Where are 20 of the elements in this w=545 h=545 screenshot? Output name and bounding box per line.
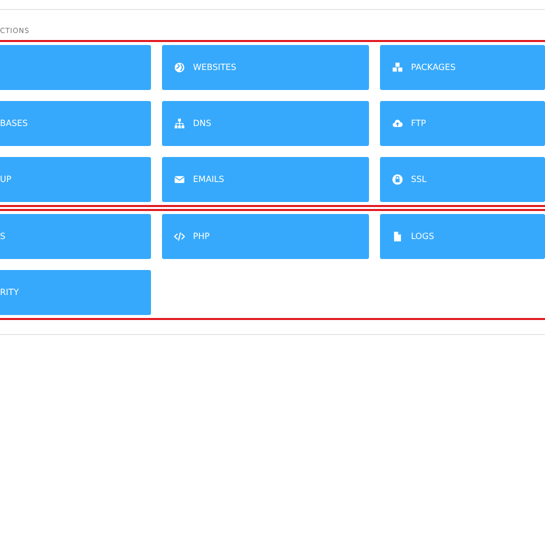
- function-button[interactable]: PACKAGES: [380, 45, 545, 90]
- envelope-icon: [174, 174, 185, 185]
- function-button[interactable]: WEBSITES: [162, 45, 369, 90]
- function-button[interactable]: SSL: [380, 157, 545, 202]
- cloud-upload-icon: [392, 118, 403, 129]
- function-button[interactable]: PHP: [162, 214, 369, 259]
- file-icon: [392, 231, 403, 242]
- function-button[interactable]: DNS: [162, 101, 369, 146]
- function-button[interactable]: EMAILS: [162, 157, 369, 202]
- function-button[interactable]: BASES: [0, 101, 151, 146]
- function-button[interactable]: UP: [0, 157, 151, 202]
- function-button[interactable]: [0, 45, 151, 90]
- function-button[interactable]: FTP: [380, 101, 545, 146]
- code-icon: [174, 231, 185, 242]
- cubes-icon: [392, 62, 403, 73]
- function-button[interactable]: S: [0, 214, 151, 259]
- sitemap-icon: [174, 118, 185, 129]
- lock-icon: [392, 174, 403, 185]
- function-button[interactable]: LOGS: [380, 214, 545, 259]
- function-button[interactable]: RITY: [0, 270, 151, 315]
